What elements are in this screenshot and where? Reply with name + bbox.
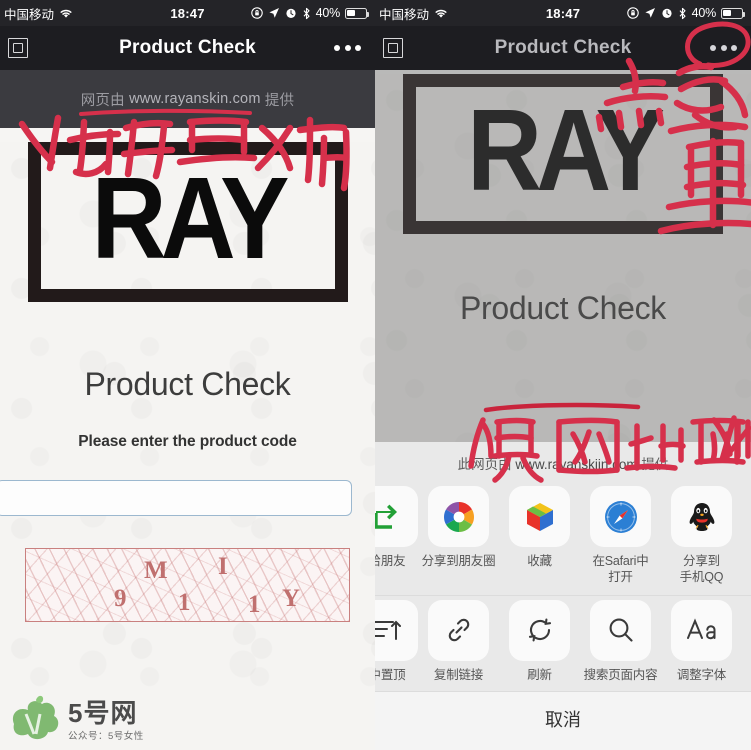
rotation-lock-icon — [250, 7, 263, 19]
dual-screenshot-comparison: 中国移动 18:47 40% Product Check 网页由 www.ray… — [0, 0, 751, 750]
share-row-secondary: 中置顶 复制链接 — [375, 595, 751, 691]
share-item-label: 调整字体 — [676, 667, 727, 682]
battery-icon — [345, 7, 370, 19]
sheet-url-prefix: 此网页由 — [457, 457, 512, 473]
ray-brand-logo: RAY — [27, 142, 348, 302]
refresh-icon — [509, 599, 570, 661]
site-watermark: 5号网 公众号：5号女性 — [6, 694, 144, 742]
favorite-cube-icon — [509, 486, 570, 548]
location-arrow-icon — [644, 7, 656, 19]
sheet-url-suffix: 提供 — [641, 457, 669, 473]
share-item-pin-to-top[interactable]: 中置顶 — [375, 599, 418, 683]
cancel-button[interactable]: 取消 — [375, 691, 751, 750]
pin-top-icon — [375, 599, 418, 661]
ray-logo-text: RAY — [91, 154, 289, 285]
url-domain-label: www.rayanskin.com — [129, 91, 261, 107]
status-icons-group-right: 40% — [626, 6, 746, 20]
share-item-label: 给朋友 — [375, 554, 406, 569]
page-title-left: Product Check — [119, 37, 256, 58]
captcha-characters: M I 9 1 1 Y — [114, 553, 301, 618]
battery-icon — [721, 7, 746, 19]
status-icons-group: 40% — [250, 6, 370, 20]
alarm-clock-icon — [661, 7, 673, 19]
watermark-text: 5号网 公众号：5号女性 — [68, 700, 144, 742]
url-suffix-label: 提供 — [264, 92, 295, 109]
share-item-label: 搜索页面内容 — [583, 667, 658, 682]
wechat-share-sheet: 此网页由 www.rayanskiin.com 提供 给朋友 — [375, 442, 751, 750]
qq-penguin-icon — [671, 486, 732, 548]
share-item-moments[interactable]: 分享到朋友圈 — [418, 486, 499, 585]
location-arrow-icon — [268, 7, 280, 19]
status-bar-right: 中国移动 18:47 40% — [375, 0, 751, 26]
share-item-label: 收藏 — [527, 554, 552, 569]
share-item-copy-link[interactable]: 复制链接 — [418, 599, 499, 683]
status-bar-left: 中国移动 18:47 40% — [0, 0, 375, 26]
more-dots-icon[interactable] — [710, 45, 737, 51]
share-item-font-size[interactable]: 调整字体 — [661, 599, 742, 683]
safari-icon — [590, 486, 651, 548]
rotation-lock-icon — [626, 7, 639, 19]
product-code-input[interactable] — [0, 480, 352, 516]
share-item-label: 在Safari中 打开 — [592, 554, 649, 584]
right-phone-screen: 中国移动 18:47 40% Product Check RAY Product… — [375, 0, 751, 750]
page-title-right: Product Check — [494, 37, 632, 58]
share-item-label: 复制链接 — [433, 667, 484, 682]
bluetooth-icon — [678, 7, 687, 20]
product-check-heading: Product Check — [84, 366, 291, 402]
battery-percent-label: 40% — [315, 6, 341, 20]
share-row-primary: 给朋友 — [375, 482, 751, 595]
battery-percent-label-right: 40% — [691, 6, 717, 20]
product-code-instruction: Please enter the product code — [78, 433, 297, 450]
share-item-open-in-safari[interactable]: 在Safari中 打开 — [580, 486, 661, 585]
share-item-favorite[interactable]: 收藏 — [499, 486, 580, 585]
link-icon — [428, 599, 489, 661]
watermark-title: 5号网 — [68, 698, 138, 728]
share-item-label: 刷新 — [527, 667, 552, 682]
bluetooth-icon — [302, 7, 311, 20]
share-item-search-page[interactable]: 搜索页面内容 — [580, 599, 661, 683]
sheet-url-line: 此网页由 www.rayanskiin.com 提供 — [375, 442, 751, 483]
share-item-refresh[interactable]: 刷新 — [499, 599, 580, 683]
share-item-label: 分享到 手机QQ — [679, 554, 724, 584]
more-dots-icon[interactable] — [334, 45, 361, 51]
nav-bar-right: Product Check — [375, 26, 751, 70]
share-item-qq[interactable]: 分享到 手机QQ — [661, 486, 742, 585]
webpage-content-left: RAY Product Check Please enter the produ… — [0, 142, 375, 750]
captcha-image[interactable]: M I 9 1 1 Y — [25, 548, 350, 622]
sheet-url-domain: www.rayanskiin.com — [515, 457, 638, 473]
watermark-subtitle: 公众号：5号女性 — [68, 731, 144, 742]
leaf-logo-icon — [12, 695, 59, 740]
share-item-label: 中置顶 — [375, 667, 406, 682]
left-phone-screen: 中国移动 18:47 40% Product Check 网页由 www.ray… — [0, 0, 375, 750]
alarm-clock-icon — [285, 7, 297, 19]
font-size-icon — [671, 599, 732, 661]
moments-icon — [428, 486, 489, 548]
url-prefix-label: 网页由 — [80, 92, 125, 109]
wechat-send-icon — [375, 486, 418, 548]
url-provider-banner-left: 网页由 www.rayanskin.com 提供 — [0, 70, 375, 128]
share-item-label: 分享到朋友圈 — [421, 554, 496, 569]
search-icon — [590, 599, 651, 661]
nav-bar-left: Product Check — [0, 26, 375, 70]
share-item-send-to-friend[interactable]: 给朋友 — [375, 486, 418, 585]
